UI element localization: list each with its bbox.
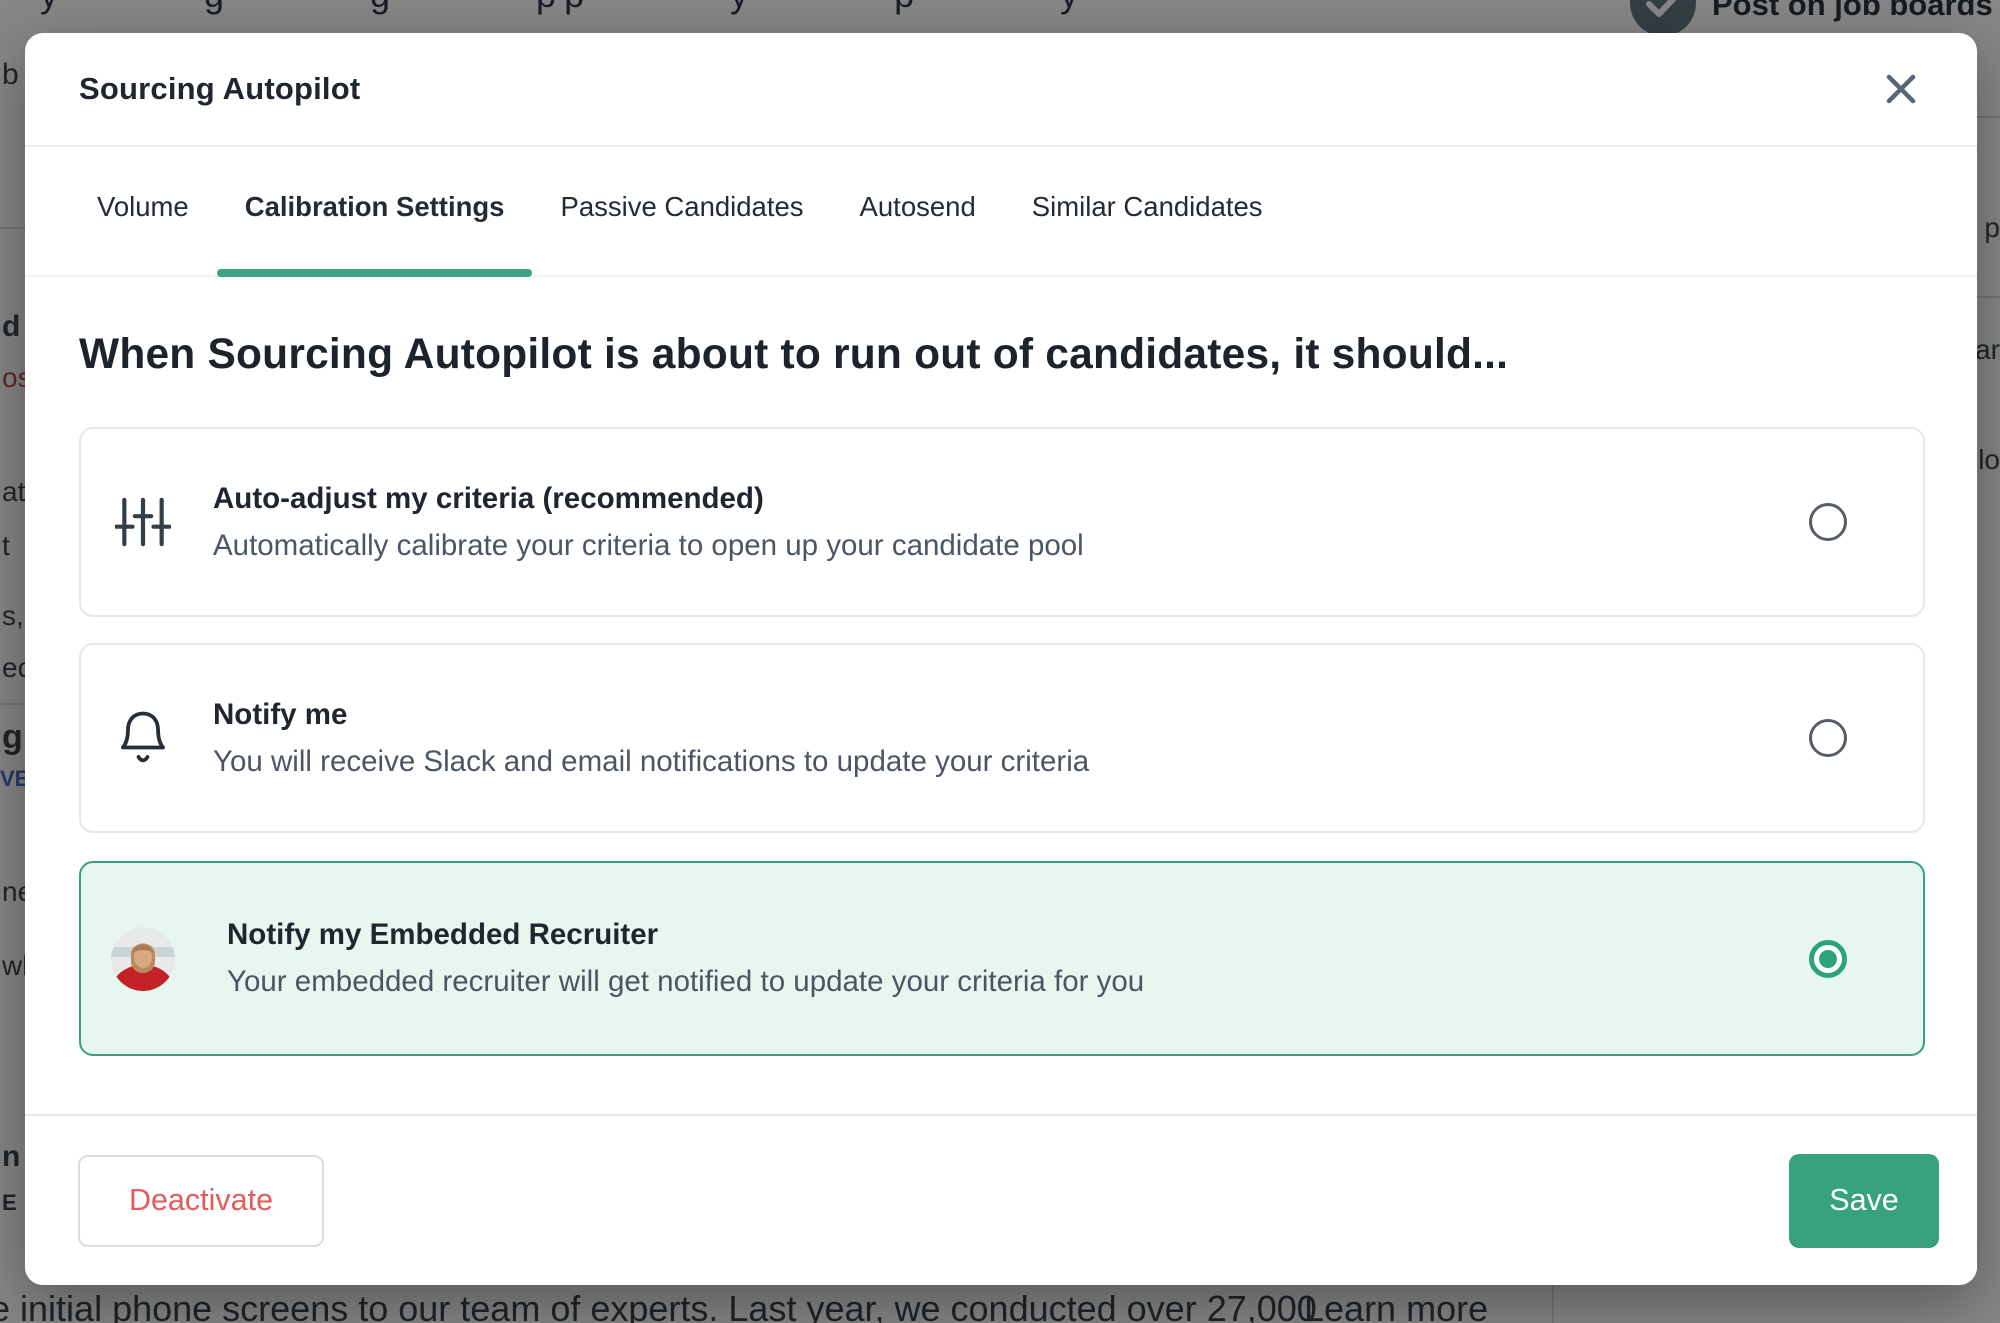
option-title: Notify my Embedded Recruiter bbox=[227, 918, 1144, 952]
tab-autosend[interactable]: Autosend bbox=[832, 147, 1004, 275]
modal-header: Sourcing Autopilot bbox=[25, 33, 1977, 147]
modal-title: Sourcing Autopilot bbox=[79, 71, 360, 107]
close-button[interactable] bbox=[1879, 67, 1923, 111]
modal-content: When Sourcing Autopilot is about to run … bbox=[25, 331, 1977, 1056]
radio-auto-adjust[interactable] bbox=[1809, 503, 1847, 541]
recruiter-avatar bbox=[111, 927, 175, 991]
save-button[interactable]: Save bbox=[1789, 1154, 1939, 1248]
tab-volume[interactable]: Volume bbox=[69, 147, 217, 275]
option-text: Auto-adjust my criteria (recommended) Au… bbox=[213, 482, 1084, 563]
tab-bar: Volume Calibration Settings Passive Cand… bbox=[25, 147, 1977, 277]
sourcing-autopilot-modal: Sourcing Autopilot Volume Calibration Se… bbox=[25, 33, 1977, 1285]
option-description: Automatically calibrate your criteria to… bbox=[213, 529, 1084, 563]
option-description: Your embedded recruiter will get notifie… bbox=[227, 965, 1144, 999]
screen: y g g pp y p y Post on job boards b d os… bbox=[0, 0, 2000, 1323]
option-text: Notify my Embedded Recruiter Your embedd… bbox=[227, 918, 1144, 999]
modal-footer: Deactivate Save bbox=[25, 1114, 1977, 1285]
tab-calibration-settings[interactable]: Calibration Settings bbox=[217, 147, 533, 275]
radio-notify-me[interactable] bbox=[1809, 719, 1847, 757]
section-heading: When Sourcing Autopilot is about to run … bbox=[79, 331, 1925, 379]
tab-similar-candidates[interactable]: Similar Candidates bbox=[1004, 147, 1291, 275]
option-title: Notify me bbox=[213, 698, 1089, 732]
sliders-icon bbox=[111, 494, 175, 550]
deactivate-button[interactable]: Deactivate bbox=[78, 1155, 324, 1247]
option-auto-adjust-criteria[interactable]: Auto-adjust my criteria (recommended) Au… bbox=[79, 427, 1925, 617]
close-icon bbox=[1882, 70, 1920, 108]
option-text: Notify me You will receive Slack and ema… bbox=[213, 698, 1089, 779]
option-notify-me[interactable]: Notify me You will receive Slack and ema… bbox=[79, 643, 1925, 833]
bell-icon bbox=[111, 709, 175, 767]
option-description: You will receive Slack and email notific… bbox=[213, 745, 1089, 779]
radio-notify-embedded-recruiter[interactable] bbox=[1809, 940, 1847, 978]
option-notify-embedded-recruiter[interactable]: Notify my Embedded Recruiter Your embedd… bbox=[79, 861, 1925, 1056]
option-title: Auto-adjust my criteria (recommended) bbox=[213, 482, 1084, 516]
tab-passive-candidates[interactable]: Passive Candidates bbox=[532, 147, 831, 275]
